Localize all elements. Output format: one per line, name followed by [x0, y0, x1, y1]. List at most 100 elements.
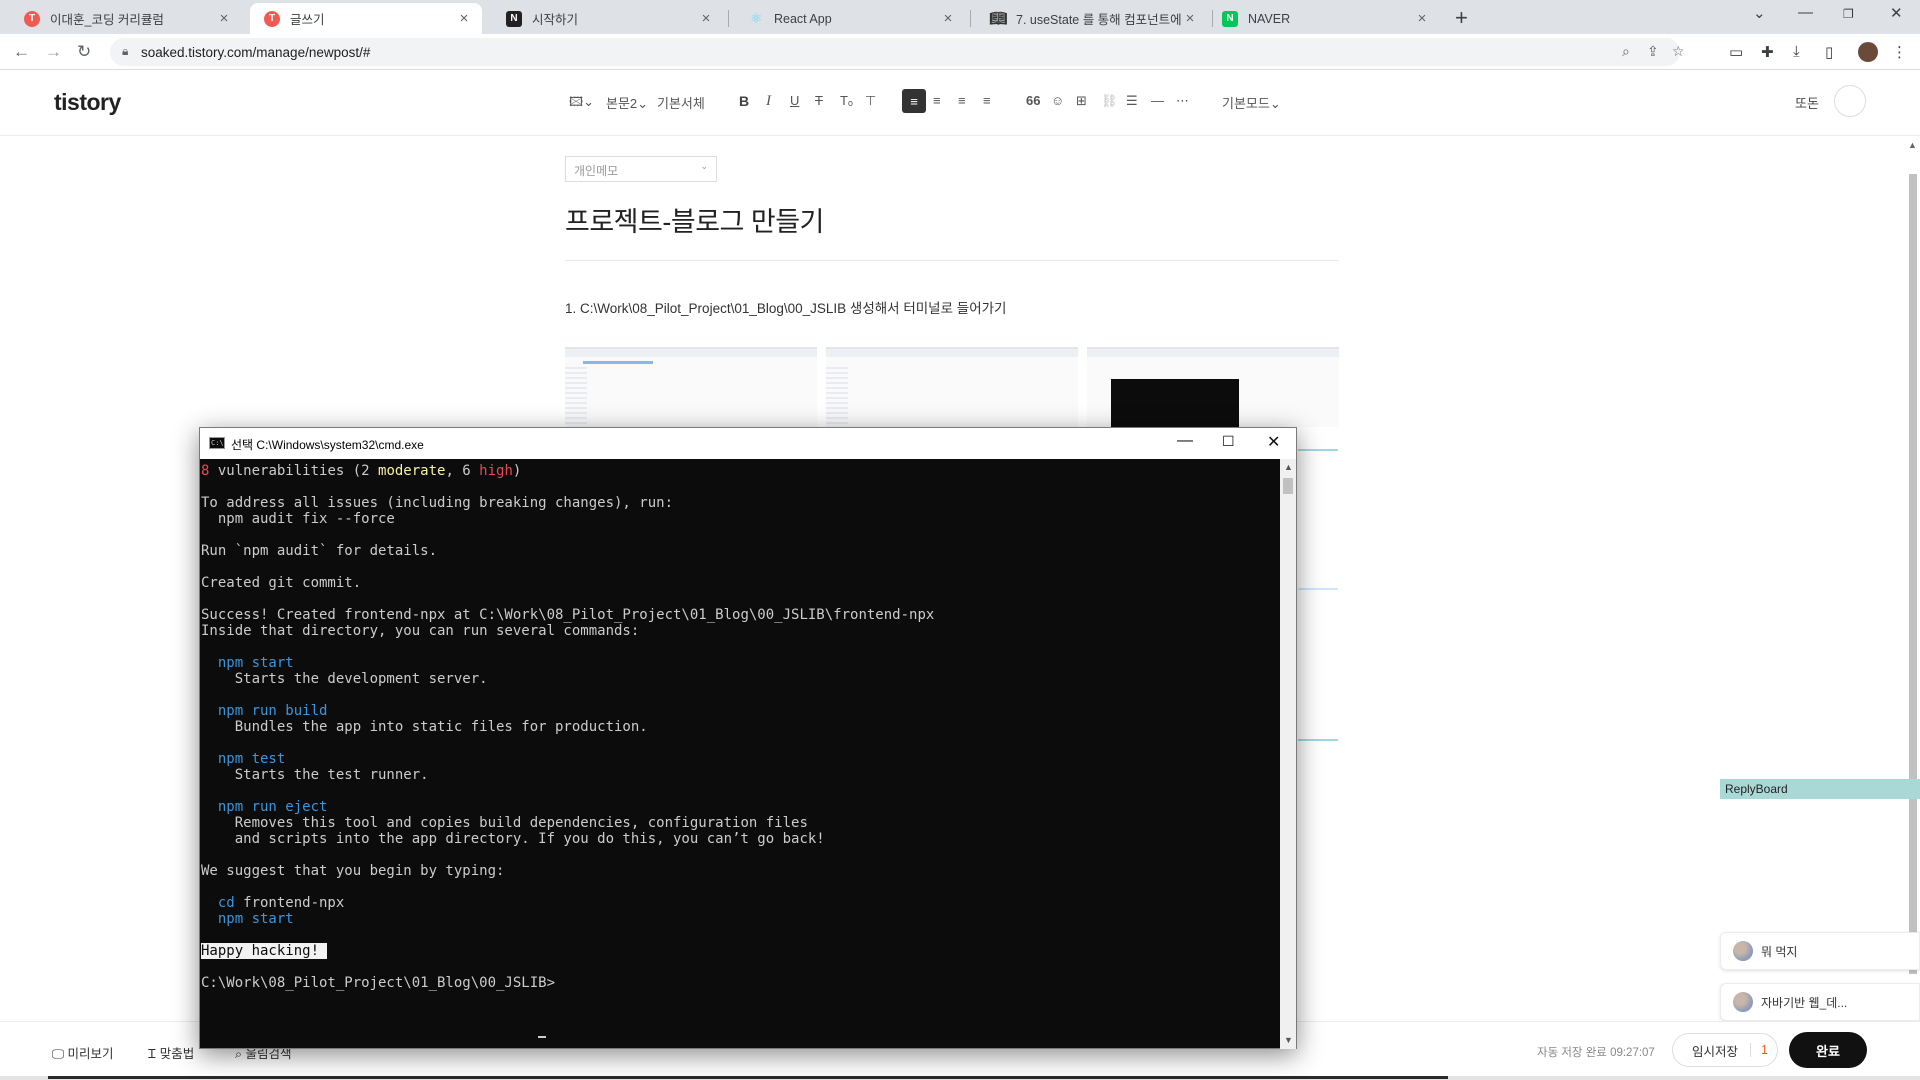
text-background-icon[interactable]: ⊤: [865, 93, 876, 109]
align-left-icon[interactable]: ≡: [902, 89, 926, 113]
console-text: Created git commit.: [201, 575, 362, 591]
tab-close-icon[interactable]: ×: [456, 10, 472, 27]
scroll-up-icon[interactable]: ▲: [1284, 462, 1293, 472]
close-window-button[interactable]: ✕: [1890, 4, 1903, 22]
browser-toolbar: ← → ↻ 🔒︎ soaked.tistory.com/manage/newpo…: [0, 34, 1920, 70]
cmd-console[interactable]: 8 vulnerabilities (2 moderate, 6 high) To…: [200, 459, 1280, 1049]
text-color-icon[interactable]: Tₒ: [840, 93, 853, 108]
align-justify-icon[interactable]: ≡: [983, 93, 991, 108]
editor-mode-label: 기본모드: [1222, 96, 1270, 111]
kebab-menu-icon[interactable]: ⋮: [1892, 43, 1907, 61]
tab-close-icon[interactable]: ×: [940, 10, 956, 27]
cmd-maximize-button[interactable]: ☐: [1222, 433, 1235, 450]
react-icon: ⚛: [749, 10, 763, 26]
console-text: Removes this tool and copies build depen…: [201, 815, 808, 831]
tab-title: React App: [774, 11, 832, 26]
browser-tab[interactable]: ⚛ React App ×: [734, 3, 966, 34]
console-line: To address all issues (including breakin…: [201, 495, 934, 511]
tab-close-icon[interactable]: ×: [216, 10, 232, 27]
share-icon[interactable]: ⇪: [1647, 43, 1659, 60]
align-center-icon[interactable]: ≡: [933, 93, 941, 108]
paragraph-style-label: 본문2: [606, 96, 638, 111]
more-menu-circle[interactable]: [1834, 85, 1866, 117]
post-title-input[interactable]: 프로젝트-블로그 만들기: [565, 200, 824, 239]
url-text[interactable]: soaked.tistory.com/manage/newpost/#: [141, 45, 370, 60]
zoom-icon[interactable]: ⌕: [1622, 43, 1630, 60]
tab-close-icon[interactable]: ×: [1414, 10, 1430, 27]
console-text: Inside that directory, you can run sever…: [201, 623, 640, 639]
table-icon[interactable]: ⊞: [1076, 93, 1087, 109]
tab-title: 시작하기: [532, 13, 579, 27]
reload-button[interactable]: ↻: [77, 42, 91, 62]
tab-close-icon[interactable]: ×: [698, 10, 714, 27]
image-insert-icon[interactable]: 🖾︎⌄: [569, 93, 594, 115]
content-paragraph[interactable]: 1. C:\Work\08_Pilot_Project\01_Blog\00_J…: [565, 297, 1006, 317]
scroll-down-icon[interactable]: ▼: [1284, 1035, 1293, 1045]
console-text: To address all issues (including breakin…: [201, 495, 674, 511]
bookmark-star-icon[interactable]: ☆: [1672, 43, 1685, 60]
browser-tab[interactable]: 📖︎ 7. useState 를 통해 컴포넌트에 ×: [976, 3, 1208, 34]
bold-icon[interactable]: B: [739, 93, 749, 109]
console-line: Created git commit.: [201, 575, 934, 591]
emoticon-icon[interactable]: ☺: [1051, 93, 1064, 108]
browser-tab[interactable]: T 글쓰기 ×: [250, 3, 482, 34]
floating-chat-item[interactable]: 자바기반 웹_데...: [1720, 983, 1920, 1021]
strikethrough-icon[interactable]: T: [815, 93, 823, 108]
paragraph-style-select[interactable]: 본문2⌄: [606, 93, 648, 112]
tistory-logo[interactable]: tistory: [54, 89, 121, 116]
sidemenu-toggle[interactable]: 또돈: [1795, 93, 1819, 112]
category-select[interactable]: 개인메모 ⌄: [565, 156, 717, 182]
cmd-scrollbar[interactable]: ▲ ▼: [1280, 459, 1296, 1049]
forward-button[interactable]: →: [45, 42, 62, 62]
preview-button[interactable]: 🖵︎ 미리보기: [52, 1043, 114, 1062]
editor-mode-select[interactable]: 기본모드⌄: [1222, 93, 1281, 112]
horizontal-line-icon[interactable]: —: [1151, 93, 1164, 108]
publish-button[interactable]: 완료: [1789, 1032, 1867, 1068]
image-thumbnail[interactable]: [826, 347, 1078, 427]
minimize-button[interactable]: —: [1798, 4, 1813, 21]
browser-tab[interactable]: T 이대훈_코딩 커리큘럼 ×: [10, 3, 242, 34]
cmd-titlebar[interactable]: C:\ 선택 C:\Windows\system32\cmd.exe — ☐ ✕: [200, 428, 1296, 459]
scroll-thumb[interactable]: [1283, 478, 1293, 494]
scroll-up-icon[interactable]: ▲: [1908, 140, 1917, 150]
floating-chat-item[interactable]: 뭐 먹지: [1720, 932, 1920, 970]
console-text: high: [479, 463, 513, 479]
restore-button[interactable]: ❐: [1843, 7, 1854, 21]
new-tab-button[interactable]: +: [1455, 5, 1468, 31]
address-bar[interactable]: 🔒︎ soaked.tistory.com/manage/newpost/# ⌕…: [110, 38, 1685, 66]
spellcheck-button[interactable]: Ꮖ 맞춤법: [148, 1043, 194, 1062]
underline-icon[interactable]: U: [790, 93, 799, 108]
tab-search-icon[interactable]: ⌄: [1753, 4, 1766, 22]
more-options-icon[interactable]: ⋯: [1176, 93, 1189, 109]
preview-label: 미리보기: [67, 1047, 114, 1061]
extensions-puzzle-icon[interactable]: ✚: [1761, 43, 1774, 61]
italic-icon[interactable]: I: [766, 93, 771, 110]
console-line: Run `npm audit` for details.: [201, 543, 934, 559]
scroll-thumb[interactable]: [1909, 174, 1917, 974]
cast-icon[interactable]: ▭: [1729, 43, 1743, 61]
align-right-icon[interactable]: ≡: [958, 93, 966, 108]
download-icon[interactable]: ⤓: [1793, 43, 1800, 60]
cmd-window[interactable]: C:\ 선택 C:\Windows\system32\cmd.exe — ☐ ✕…: [199, 427, 1297, 1049]
tab-close-icon[interactable]: ×: [1182, 10, 1198, 27]
link-icon[interactable]: ⛓︎: [1101, 93, 1118, 109]
favicon-icon: T: [264, 10, 280, 27]
image-thumbnail[interactable]: [565, 347, 817, 427]
quote-icon[interactable]: 66: [1026, 93, 1040, 108]
replyboard-label[interactable]: ReplyBoard: [1720, 779, 1920, 799]
browser-tab[interactable]: N 시작하기 ×: [492, 3, 724, 34]
back-button[interactable]: ←: [13, 42, 30, 62]
browser-tab[interactable]: N NAVER ×: [1208, 3, 1440, 34]
cmd-minimize-button[interactable]: —: [1177, 432, 1193, 450]
draft-save-button[interactable]: 임시저장 1: [1672, 1033, 1778, 1067]
bullet-list-icon[interactable]: ☰: [1126, 93, 1138, 109]
font-select[interactable]: 기본서체: [657, 93, 705, 112]
floating-chat-label: 뭐 먹지: [1761, 944, 1798, 959]
image-thumbnail[interactable]: [1087, 347, 1339, 427]
cmd-close-button[interactable]: ✕: [1267, 432, 1280, 452]
side-panel-icon[interactable]: ▯: [1825, 43, 1833, 61]
profile-avatar[interactable]: [1858, 42, 1878, 62]
page-scrollbar[interactable]: ▲: [1906, 136, 1920, 1026]
category-label: 개인메모: [574, 164, 619, 178]
